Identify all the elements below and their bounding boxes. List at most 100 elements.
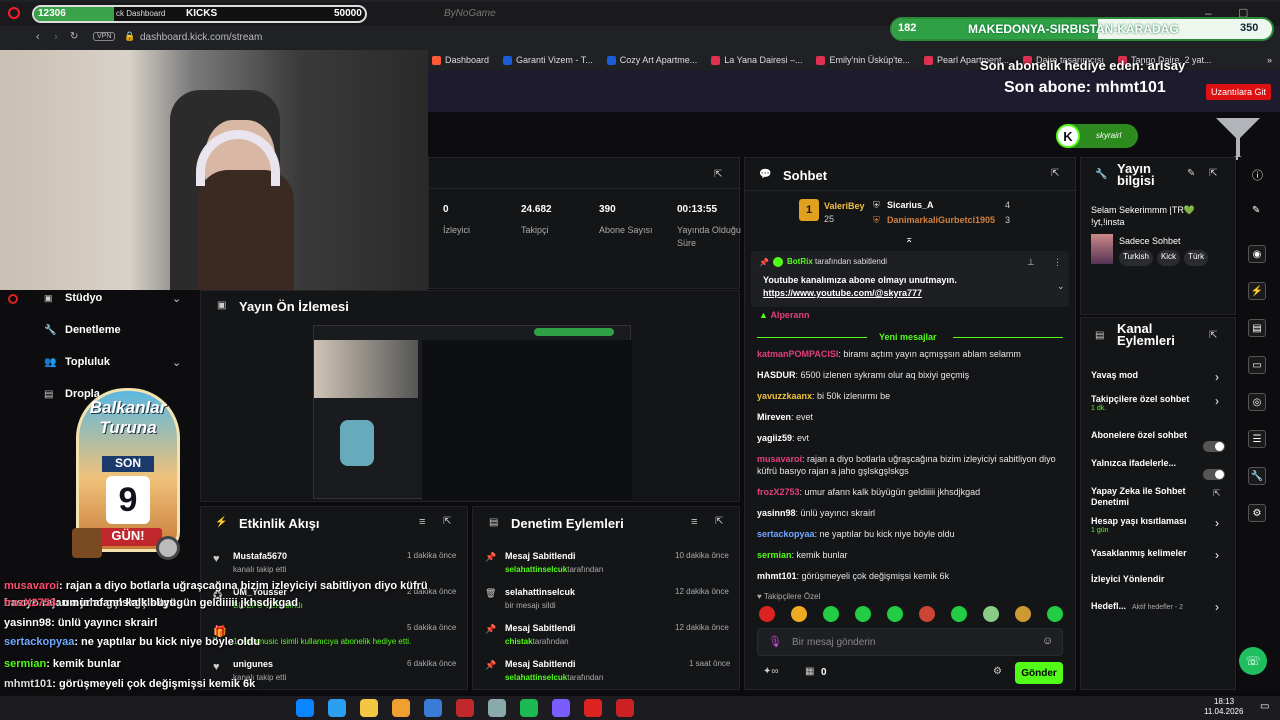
leader-3-name[interactable]: DanimarkaliGurbetci1905 [887, 215, 995, 225]
gear-icon[interactable]: ⚙ [1248, 504, 1266, 522]
store-icon[interactable]: ▦ [805, 666, 814, 677]
chevron-right-icon[interactable]: › [1215, 516, 1219, 530]
more-icon[interactable]: ⋮ [1053, 257, 1062, 268]
filter-icon[interactable]: ≡ [419, 516, 425, 528]
broadcast-icon[interactable]: ◎ [1248, 393, 1266, 411]
taskbar-app-icon[interactable] [616, 699, 634, 717]
chevron-right-icon[interactable]: › [1215, 548, 1219, 562]
emote-icon[interactable] [983, 606, 999, 622]
tag-chip[interactable]: Türk [1184, 250, 1209, 266]
popout-icon[interactable]: ⇱ [443, 516, 451, 527]
pinned-link[interactable]: https://www.youtube.com/@skyra777 [763, 288, 922, 298]
bookmark-item[interactable]: Garanti Vizem - T... [503, 55, 593, 65]
info-icon[interactable]: ⓘ [1252, 167, 1263, 183]
emoji-icon[interactable]: ☺ [1042, 635, 1053, 647]
chat-username[interactable]: yasinn98 [757, 508, 796, 518]
document-icon[interactable]: ▤ [1248, 319, 1266, 337]
emote-icon[interactable] [1015, 606, 1031, 622]
filter-icon[interactable]: ≡ [691, 516, 697, 528]
taskbar-app-icon[interactable] [296, 699, 314, 717]
emote-icon[interactable] [887, 606, 903, 622]
bookmark-item[interactable]: La Yana Dairesi –... [711, 55, 802, 65]
channel-action-item[interactable]: Takipçilere özel sohbet 1 dk. › [1091, 394, 1227, 412]
emote-icon[interactable] [1047, 606, 1063, 622]
emote-icon[interactable] [951, 606, 967, 622]
chat-username[interactable]: katmanPOMPACISI [757, 349, 838, 359]
taskbar-app-icon[interactable] [392, 699, 410, 717]
opera-icon[interactable] [8, 7, 20, 19]
emote-icon[interactable] [791, 606, 807, 622]
lightning-icon[interactable]: ⚡ [1248, 282, 1266, 300]
channel-action-item[interactable]: Hedefl... Aktif hedefler - 2 › [1091, 600, 1227, 614]
bookmark-item[interactable]: Dashboard [432, 55, 489, 65]
chat-username[interactable]: HASDUR [757, 370, 796, 380]
bookmark-item[interactable]: Cozy Art Apartme... [606, 55, 697, 65]
nav-drops[interactable]: ▤ Dropla [44, 388, 100, 400]
collapse-icon[interactable]: ⌅ [905, 234, 913, 245]
toggle-switch[interactable] [1203, 469, 1225, 480]
popout-icon[interactable]: ⇱ [715, 516, 723, 527]
vpn-badge[interactable]: VPN [93, 32, 116, 41]
url-text[interactable]: dashboard.kick.com/stream [140, 32, 262, 43]
taskbar-app-icon[interactable] [360, 699, 378, 717]
chevron-down-icon[interactable]: ⌄ [1057, 281, 1065, 292]
channel-action-item[interactable]: Abonelere özel sohbet [1091, 430, 1227, 452]
channel-points-icon[interactable]: ✦∞ [763, 666, 779, 677]
leader-1-name[interactable]: ValeriBey [824, 201, 865, 211]
chat-username[interactable]: Mireven [757, 412, 791, 422]
toggle-switch[interactable] [1203, 441, 1225, 452]
channel-action-item[interactable]: Yalnızca ifadelerle... [1091, 458, 1227, 480]
edit-icon[interactable]: ✎ [1187, 168, 1195, 179]
chevron-right-icon[interactable]: › [1215, 370, 1219, 384]
nav-studio[interactable]: ▣ Stüdyo ⌄ [44, 292, 184, 305]
chat-username[interactable]: musavaroi [757, 454, 802, 464]
reload-icon[interactable]: ↻ [70, 31, 78, 42]
taskbar-app-icon[interactable] [584, 699, 602, 717]
emote-icon[interactable] [823, 606, 839, 622]
emote-icon[interactable] [855, 606, 871, 622]
extensions-button[interactable]: Uzantılara Git [1206, 84, 1272, 100]
chat-username[interactable]: mhmt101 [757, 571, 797, 581]
popout-icon[interactable]: ⇱ [1209, 168, 1217, 179]
nav-community[interactable]: 👥 Topluluk ⌄ [44, 356, 184, 369]
chevron-right-icon[interactable]: › [1215, 394, 1219, 408]
pencil-icon[interactable]: ✎ [1252, 205, 1260, 216]
tag-chip[interactable]: Kick [1156, 250, 1181, 266]
stream-preview-thumbnail[interactable] [313, 325, 632, 500]
help-chat-icon[interactable]: ☏ [1239, 647, 1267, 675]
external-link-icon[interactable]: ⇱ [1213, 488, 1221, 499]
emote-icon[interactable] [919, 606, 935, 622]
back-icon[interactable]: ‹ [36, 31, 40, 43]
more-bookmarks-icon[interactable]: » [1267, 55, 1280, 65]
taskbar-app-icon[interactable] [520, 699, 538, 717]
channel-action-item[interactable]: Yasaklanmış kelimeler › [1091, 548, 1227, 562]
unpin-icon[interactable]: ⊥ [1027, 257, 1035, 268]
chat-username[interactable]: yagiiz59 [757, 433, 792, 443]
chat-username[interactable]: sermian [757, 550, 792, 560]
tag-chip[interactable]: Turkish [1119, 250, 1153, 266]
channel-action-item[interactable]: Yavaş mod › [1091, 370, 1227, 384]
chat-username[interactable]: sertackopyaa [757, 529, 815, 539]
bookmark-item[interactable]: Emily'nin Üsküp'te... [816, 55, 910, 65]
activity-user[interactable]: Mustafa5670 [233, 551, 287, 561]
taskbar-app-icon[interactable] [424, 699, 442, 717]
chevron-down-icon[interactable]: ⌄ [172, 356, 181, 369]
nav-moderation[interactable]: 🔧 Denetleme [44, 324, 121, 336]
chevron-right-icon[interactable]: › [1215, 600, 1219, 614]
chevron-down-icon[interactable]: ⌄ [172, 292, 181, 305]
wrench-icon[interactable]: 🔧 [1248, 467, 1266, 485]
chat-input[interactable]: 🎙 Bir mesaj gönderin ☺ [757, 628, 1063, 656]
taskbar-app-icon[interactable] [488, 699, 506, 717]
notification-icon[interactable]: ▭ [1260, 701, 1269, 712]
taskbar-app-icon[interactable] [328, 699, 346, 717]
send-button[interactable]: Gönder [1015, 662, 1063, 684]
chat-settings-icon[interactable]: ⚙ [993, 666, 1002, 677]
taskbar-app-icon[interactable] [456, 699, 474, 717]
channel-action-item[interactable]: Hesap yaşı kısıtlaması 1 gün › [1091, 516, 1227, 534]
popout-icon[interactable]: ⇱ [1051, 168, 1059, 179]
chat-username[interactable]: yavuzzkaanx [757, 391, 812, 401]
chat-username[interactable]: frozX2753 [757, 487, 800, 497]
layout-icon[interactable]: ☰ [1248, 430, 1266, 448]
microphone-icon[interactable]: 🎙 [768, 635, 782, 648]
popout-icon[interactable]: ⇱ [1209, 330, 1217, 341]
